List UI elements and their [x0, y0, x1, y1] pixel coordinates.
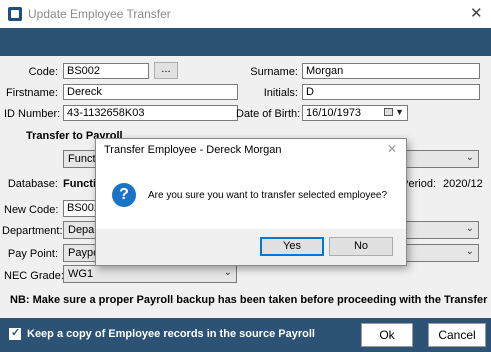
chevron-down-icon: ⌄ [465, 152, 474, 163]
department-label: Department: [2, 225, 63, 237]
id-number-input[interactable]: 43-1132658K03 [63, 105, 238, 121]
chevron-down-icon: ⌄ [465, 246, 474, 257]
code-input[interactable]: BS002 [63, 63, 149, 79]
chevron-down-icon: ⌄ [223, 267, 232, 278]
nec-grade-label: NEC Grade: [4, 270, 64, 282]
dialog-message: Are you sure you want to transfer select… [148, 190, 388, 201]
firstname-input[interactable]: Dereck [63, 84, 238, 100]
calendar-icon[interactable] [384, 108, 393, 116]
title-bar: Update Employee Transfer ✕ [0, 0, 491, 28]
dob-label: Date of Birth: [236, 108, 301, 120]
header-band [0, 28, 491, 56]
keep-copy-label: Keep a copy of Employee records in the s… [27, 328, 315, 340]
new-code-label: New Code: [4, 204, 59, 216]
database-label: Database: [7, 178, 58, 190]
initials-label: Initials: [263, 87, 298, 99]
yes-button[interactable]: Yes [260, 237, 324, 256]
dialog-close-icon[interactable]: ✕ [387, 142, 397, 156]
close-icon[interactable]: ✕ [470, 4, 483, 22]
checkmark-icon: ✓ [11, 327, 21, 339]
dob-value: 16/10/1973 [306, 107, 362, 119]
period-value: 2020/12 [443, 178, 483, 190]
confirm-dialog: Transfer Employee - Dereck Morgan ✕ ? Ar… [95, 138, 407, 266]
window-title: Update Employee Transfer [28, 7, 171, 21]
cancel-button[interactable]: Cancel [428, 323, 486, 347]
app-icon [8, 7, 22, 21]
nec-grade-value: WG1 [68, 268, 94, 280]
firstname-label: Firstname: [6, 87, 58, 99]
browse-button[interactable]: ... [154, 62, 178, 79]
initials-input[interactable]: D [302, 84, 480, 100]
dialog-footer: Yes No [96, 229, 406, 265]
backup-note: NB: Make sure a proper Payroll backup ha… [10, 294, 488, 306]
surname-label: Surname: [250, 66, 298, 78]
surname-input[interactable]: Morgan [302, 63, 480, 79]
keep-copy-checkbox[interactable]: ✓ [9, 327, 21, 340]
ok-button[interactable]: Ok [361, 323, 413, 347]
no-button[interactable]: No [329, 237, 393, 256]
database-value: Functi [63, 178, 96, 190]
pay-point-label: Pay Point: [7, 248, 58, 260]
chevron-down-icon[interactable]: ▼ [395, 106, 404, 119]
dob-picker[interactable]: 16/10/1973 ▼ [302, 105, 408, 121]
dialog-title: Transfer Employee - Dereck Morgan [104, 144, 282, 156]
code-label: Code: [28, 66, 58, 78]
id-number-label: ID Number: [4, 108, 61, 120]
question-icon: ? [112, 183, 136, 207]
chevron-down-icon: ⌄ [465, 223, 474, 234]
nec-grade-select[interactable]: WG1 ⌄ [63, 265, 237, 283]
